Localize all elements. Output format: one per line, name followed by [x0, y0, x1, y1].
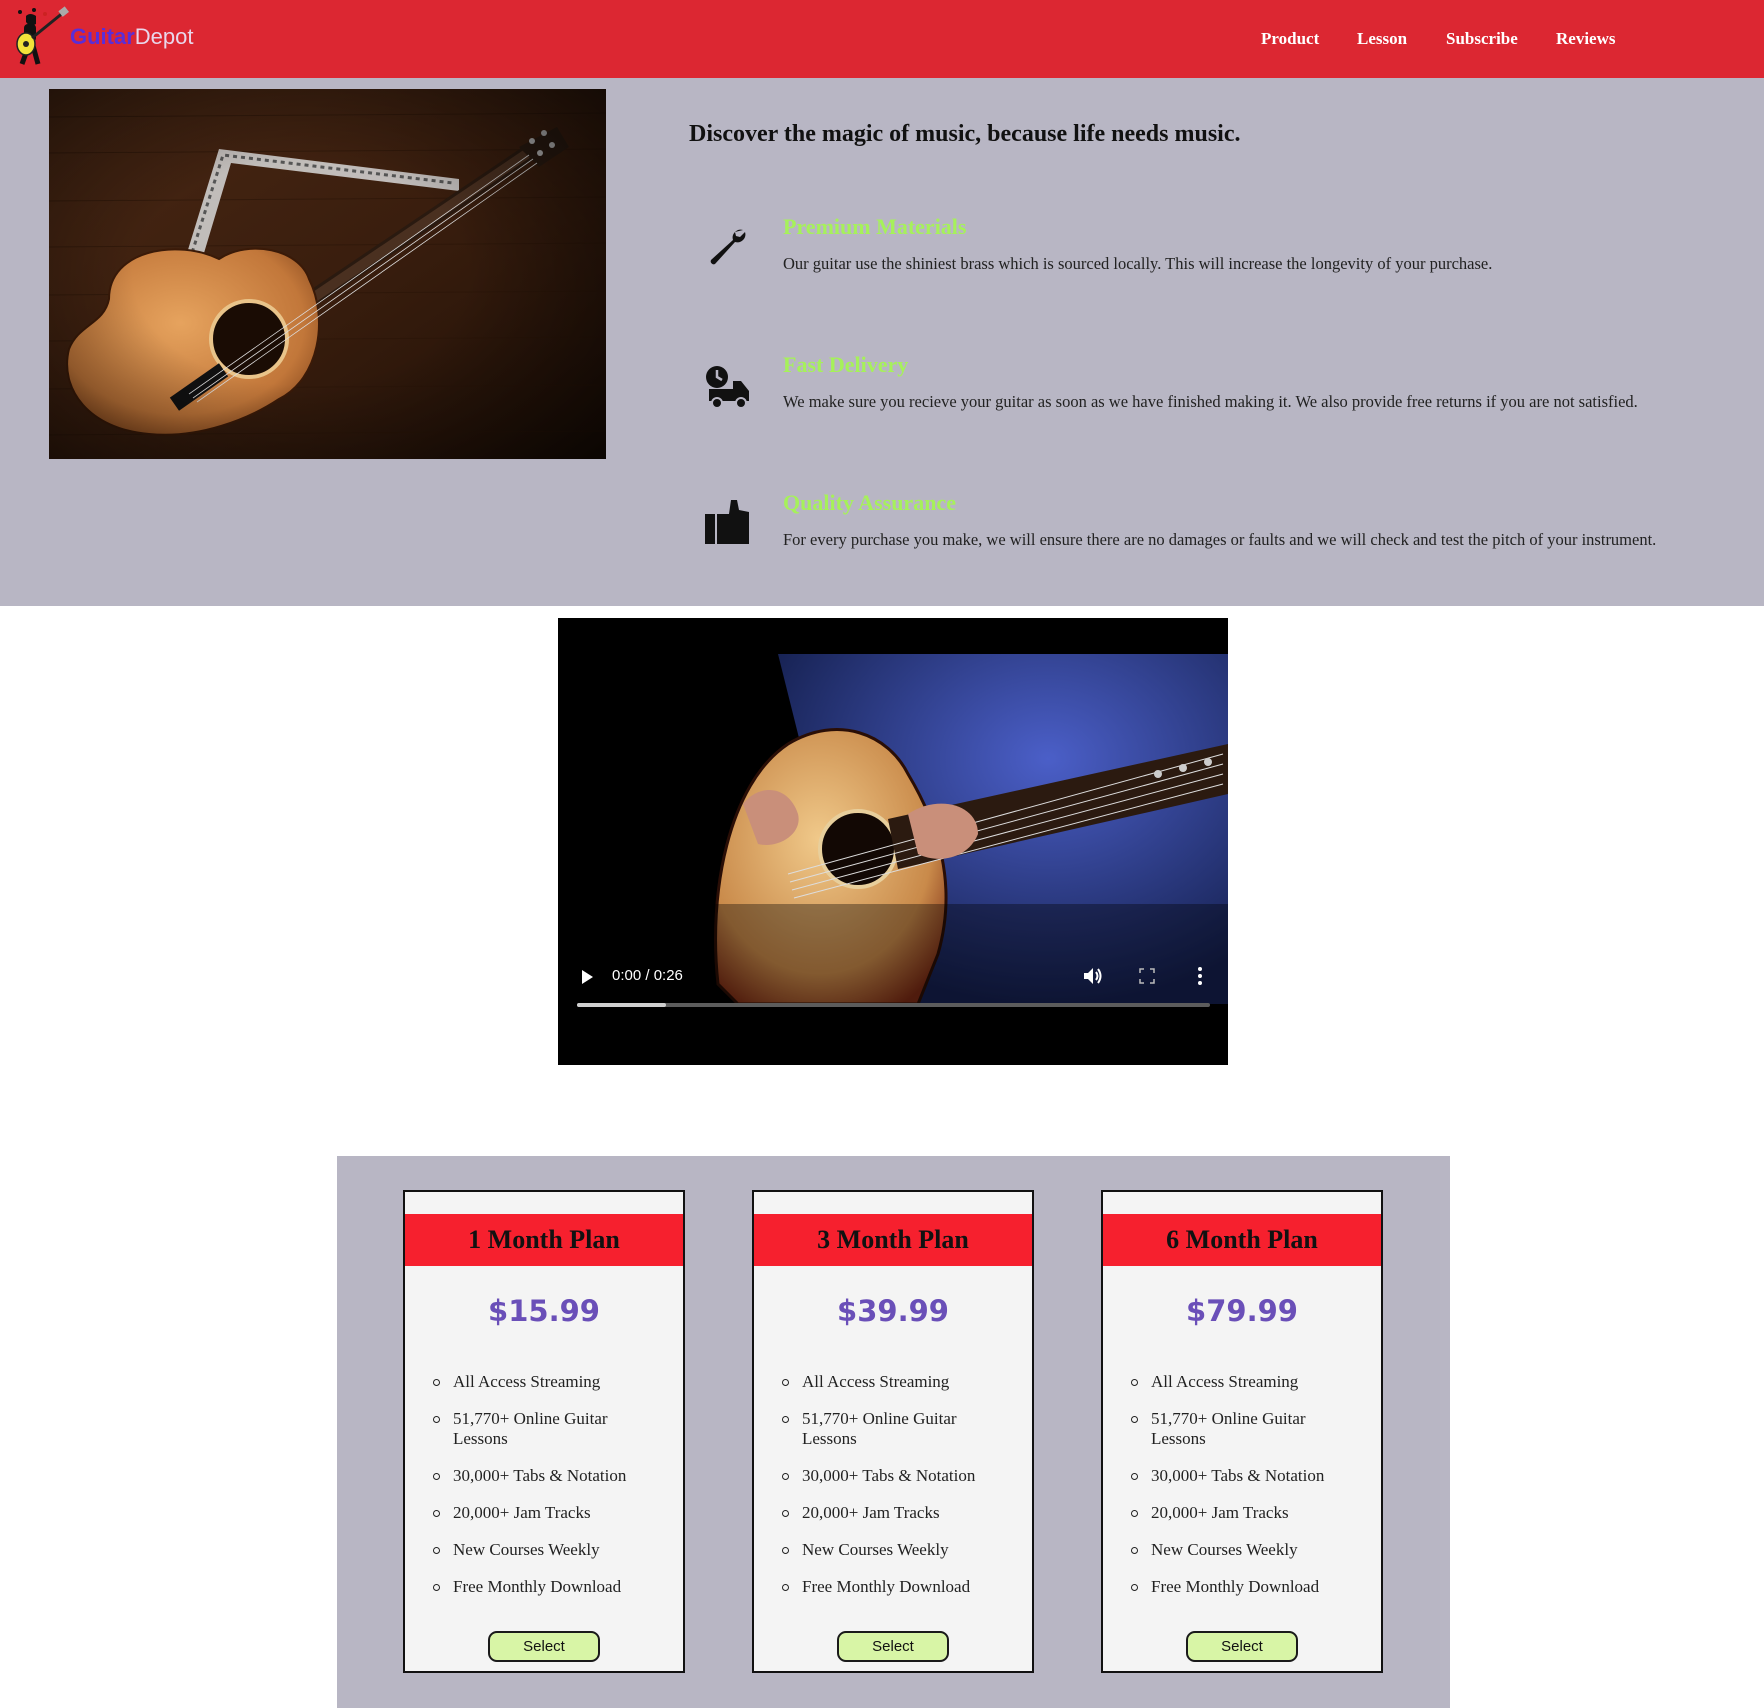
plan-card-1-month: 1 Month Plan $15.99 All Access Streaming… [403, 1190, 685, 1673]
feature-text-fast-delivery: We make sure you recieve your guitar as … [783, 392, 1638, 411]
plan-feature: 20,000+ Jam Tracks [433, 1503, 663, 1523]
plan-price: $15.99 [488, 1294, 600, 1328]
plan-feature: All Access Streaming [433, 1372, 663, 1392]
plan-feature-list: All Access Streaming 51,770+ Online Guit… [433, 1372, 663, 1614]
feature-title-fast-delivery: Fast Delivery [783, 352, 909, 377]
feature-text-quality-assurance: For every purchase you make, we will ens… [783, 530, 1657, 549]
video-buffer-fill [577, 1003, 666, 1007]
video-progress-bar[interactable] [577, 1003, 1210, 1007]
brand-name-part1: Guitar [70, 24, 135, 49]
fullscreen-icon[interactable] [1138, 967, 1156, 985]
plan-feature: 51,770+ Online Guitar Lessons [433, 1409, 663, 1449]
plan-feature: New Courses Weekly [1131, 1540, 1361, 1560]
guitarist-logo-icon[interactable] [12, 6, 70, 68]
thumbs-up-icon [705, 500, 749, 544]
pricing-section: 1 Month Plan $15.99 All Access Streaming… [337, 1156, 1450, 1708]
nav-subscribe[interactable]: Subscribe [1446, 29, 1518, 49]
plan-feature: New Courses Weekly [782, 1540, 1012, 1560]
feature-text-premium-materials: Our guitar use the shiniest brass which … [783, 254, 1493, 273]
navbar: GuitarDepot Product Lesson Subscribe Rev… [0, 0, 1764, 78]
nav-lesson[interactable]: Lesson [1357, 29, 1407, 49]
plan-price: $79.99 [1186, 1294, 1298, 1328]
wrench-icon [710, 229, 746, 265]
play-icon[interactable] [578, 968, 596, 986]
guitar-photo [49, 89, 606, 459]
plan-feature: 20,000+ Jam Tracks [1131, 1503, 1361, 1523]
video-time: 0:00 / 0:26 [612, 967, 683, 984]
plan-feature: Free Monthly Download [782, 1577, 1012, 1597]
plan-name: 6 Month Plan [1103, 1214, 1381, 1266]
plan-card-3-month: 3 Month Plan $39.99 All Access Streaming… [752, 1190, 1034, 1673]
plan-feature: 51,770+ Online Guitar Lessons [1131, 1409, 1361, 1449]
plan-feature: 30,000+ Tabs & Notation [782, 1466, 1012, 1486]
plan-feature-list: All Access Streaming 51,770+ Online Guit… [1131, 1372, 1361, 1614]
nav-product[interactable]: Product [1261, 29, 1319, 49]
plan-feature: 20,000+ Jam Tracks [782, 1503, 1012, 1523]
plan-name: 1 Month Plan [405, 1214, 683, 1266]
plan-feature: Free Monthly Download [1131, 1577, 1361, 1597]
select-button[interactable]: Select [488, 1631, 600, 1662]
plan-feature-list: All Access Streaming 51,770+ Online Guit… [782, 1372, 1012, 1614]
plan-feature: All Access Streaming [782, 1372, 1012, 1392]
video-frame [558, 654, 1228, 1004]
feature-title-premium-materials: Premium Materials [783, 214, 967, 239]
nav-reviews[interactable]: Reviews [1556, 29, 1615, 49]
plan-feature: 51,770+ Online Guitar Lessons [782, 1409, 1012, 1449]
brand-name[interactable]: GuitarDepot [70, 24, 194, 50]
feature-title-quality-assurance: Quality Assurance [783, 490, 956, 515]
plan-name: 3 Month Plan [754, 1214, 1032, 1266]
delivery-truck-icon [706, 366, 749, 409]
video-player[interactable] [558, 618, 1228, 1065]
hero-tagline: Discover the magic of music, because lif… [689, 121, 1241, 147]
volume-icon[interactable] [1082, 965, 1104, 987]
plan-feature: 30,000+ Tabs & Notation [1131, 1466, 1361, 1486]
more-options-icon[interactable] [1192, 965, 1208, 987]
select-button[interactable]: Select [837, 1631, 949, 1662]
plan-feature: 30,000+ Tabs & Notation [433, 1466, 663, 1486]
select-button[interactable]: Select [1186, 1631, 1298, 1662]
plan-feature: New Courses Weekly [433, 1540, 663, 1560]
plan-card-6-month: 6 Month Plan $79.99 All Access Streaming… [1101, 1190, 1383, 1673]
plan-price: $39.99 [837, 1294, 949, 1328]
brand-name-part2: Depot [134, 24, 194, 49]
plan-feature: Free Monthly Download [433, 1577, 663, 1597]
hero-section: Discover the magic of music, because lif… [0, 78, 1764, 606]
plan-feature: All Access Streaming [1131, 1372, 1361, 1392]
